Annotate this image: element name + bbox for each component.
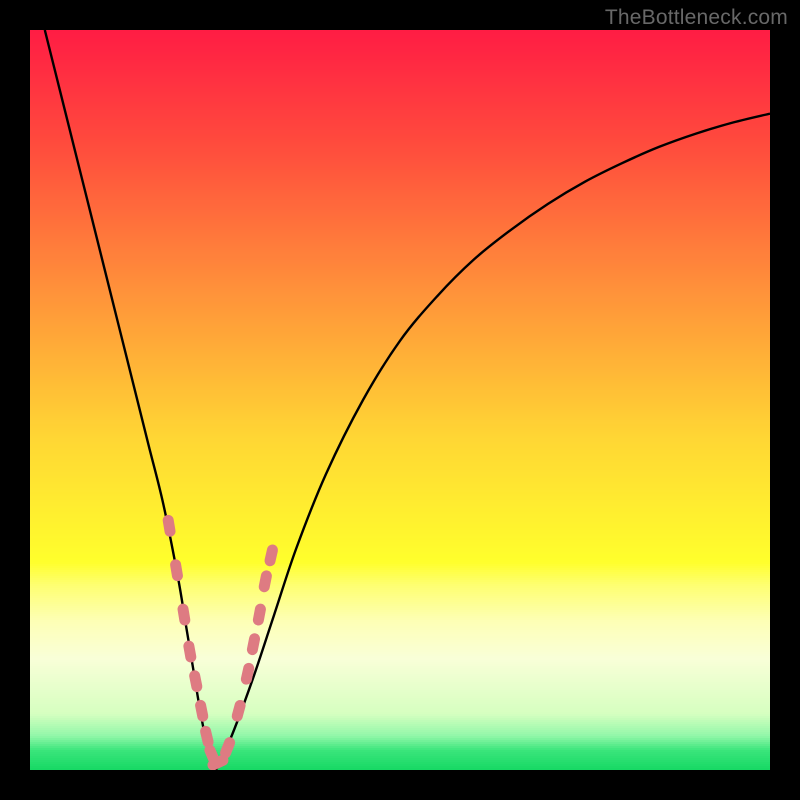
curve-marker xyxy=(194,699,209,723)
curve-marker xyxy=(199,725,215,749)
curve-marker xyxy=(231,699,247,723)
curve-marker xyxy=(263,543,279,567)
plot-area xyxy=(30,30,770,770)
curve-marker xyxy=(246,632,261,656)
curve-marker xyxy=(258,569,273,593)
chart-svg xyxy=(30,30,770,770)
bottleneck-curve xyxy=(45,30,770,770)
marker-group xyxy=(162,514,279,770)
outer-frame: TheBottleneck.com xyxy=(0,0,800,800)
curve-marker xyxy=(240,662,256,686)
curve-marker xyxy=(162,514,176,538)
curve-marker xyxy=(169,558,183,582)
curve-marker xyxy=(252,603,267,627)
curve-marker xyxy=(188,669,203,693)
curve-marker xyxy=(177,603,191,626)
watermark-text: TheBottleneck.com xyxy=(605,6,788,30)
curve-marker xyxy=(182,640,197,664)
